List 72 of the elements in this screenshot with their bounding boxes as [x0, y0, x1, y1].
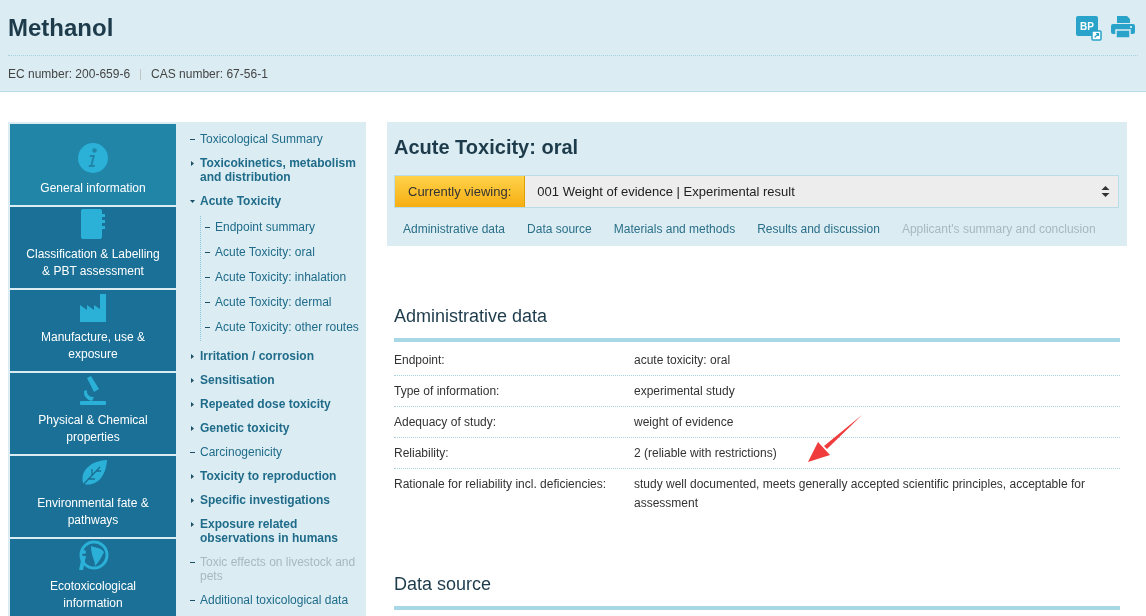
category-label: Manufacture, use & exposure	[39, 329, 147, 363]
category-tile[interactable]: Manufacture, use & exposure	[10, 290, 176, 371]
expander-icon[interactable]	[190, 521, 195, 527]
tree-item[interactable]: Specific investigations	[200, 493, 366, 507]
section-tab[interactable]: Administrative data	[403, 222, 506, 236]
globe-info-icon	[77, 540, 109, 572]
tree-item[interactable]: Acute Toxicity: inhalation	[215, 270, 366, 284]
identifier-text: EC number: 200-659-6	[8, 67, 131, 81]
field-value: experimental study	[634, 383, 735, 400]
tree-item[interactable]: Repeated dose toxicity	[200, 397, 366, 411]
category-label: Classification & Labelling & PBT assessment	[25, 246, 161, 280]
factory-icon	[79, 293, 107, 323]
category-label: Ecotoxicological information	[48, 578, 137, 612]
dash-icon	[190, 599, 195, 601]
dash-icon	[205, 276, 210, 278]
field-label: Adequacy of study:	[394, 414, 498, 431]
field-value: study well documented, meets generally accepted scientific principles, acceptable for assessment	[634, 476, 1086, 512]
category-tile[interactable]: Classification & Labelling & PBT assessment	[10, 207, 176, 288]
tree-item[interactable]: Acute Toxicity	[200, 194, 366, 208]
tree-item[interactable]: Additional toxicological data	[200, 593, 366, 607]
notebook-icon	[79, 208, 107, 240]
field-label: Type of information:	[394, 383, 501, 400]
dash-icon	[205, 251, 210, 253]
dash-icon	[205, 326, 210, 328]
dash-icon	[205, 301, 210, 303]
tree-item[interactable]: Toxicity to reproduction	[200, 469, 366, 483]
expander-icon[interactable]	[190, 198, 195, 204]
field-value: 2 (reliable with restrictions)	[634, 445, 777, 462]
section-tab[interactable]: Results and discussion	[757, 222, 880, 236]
tree-item[interactable]: Sensitisation	[200, 373, 366, 387]
category-label: Physical & Chemical properties	[37, 412, 149, 446]
tree-item[interactable]: Acute Toxicity: oral	[215, 245, 366, 259]
field-value: weight of evidence	[634, 414, 734, 431]
category-tile[interactable]: General information	[10, 124, 176, 205]
dash-icon	[190, 451, 195, 453]
section-heading: Data source	[394, 574, 493, 595]
dash-icon	[190, 561, 195, 563]
tree-item[interactable]: Acute Toxicity: dermal	[215, 295, 366, 309]
expander-icon[interactable]	[190, 401, 195, 407]
dash-icon	[190, 138, 195, 140]
category-label: General information	[39, 180, 147, 197]
section-tab[interactable]: Data source	[527, 222, 592, 236]
field-label: Endpoint:	[394, 352, 446, 369]
expander-icon[interactable]	[190, 353, 195, 359]
endpoint-title: Acute Toxicity: oral	[394, 136, 580, 159]
category-tile[interactable]: Environmental fate & pathways	[10, 456, 176, 537]
category-label: Environmental fate & pathways	[36, 495, 150, 529]
identifier-text: CAS number: 67-56-1	[151, 67, 268, 81]
tree-item[interactable]: Toxicokinetics, metabolism and distribution	[200, 156, 366, 184]
substance-title: Methanol	[8, 13, 114, 42]
tree-item[interactable]: Genetic toxicity	[200, 421, 366, 435]
tree-item[interactable]: Irritation / corrosion	[200, 349, 366, 363]
expander-icon[interactable]	[190, 473, 195, 479]
category-tile[interactable]: Physical & Chemical properties	[10, 373, 176, 454]
expander-icon[interactable]	[190, 425, 195, 431]
category-tile[interactable]: Ecotoxicological information	[10, 539, 176, 616]
dash-icon	[205, 226, 210, 228]
tree-item[interactable]: Endpoint summary	[215, 220, 366, 234]
expander-icon[interactable]	[190, 497, 195, 503]
expander-icon[interactable]	[190, 160, 195, 166]
section-tab[interactable]: Materials and methods	[613, 222, 736, 236]
tree-item[interactable]: Acute Toxicity: other routes	[215, 320, 366, 334]
microscope-icon	[78, 376, 108, 406]
field-label: Rationale for reliability incl. deficiencies:	[394, 476, 608, 493]
section-heading: Administrative data	[394, 306, 549, 327]
tree-item[interactable]: Carcinogenicity	[200, 445, 366, 459]
field-value: acute toxicity: oral	[634, 352, 731, 369]
info-icon	[77, 142, 109, 174]
tree-item[interactable]: Exposure related observations in humans	[200, 517, 366, 545]
field-label: Reliability:	[394, 445, 450, 462]
tree-item[interactable]: Toxicological Summary	[200, 132, 366, 146]
expander-icon[interactable]	[190, 377, 195, 383]
